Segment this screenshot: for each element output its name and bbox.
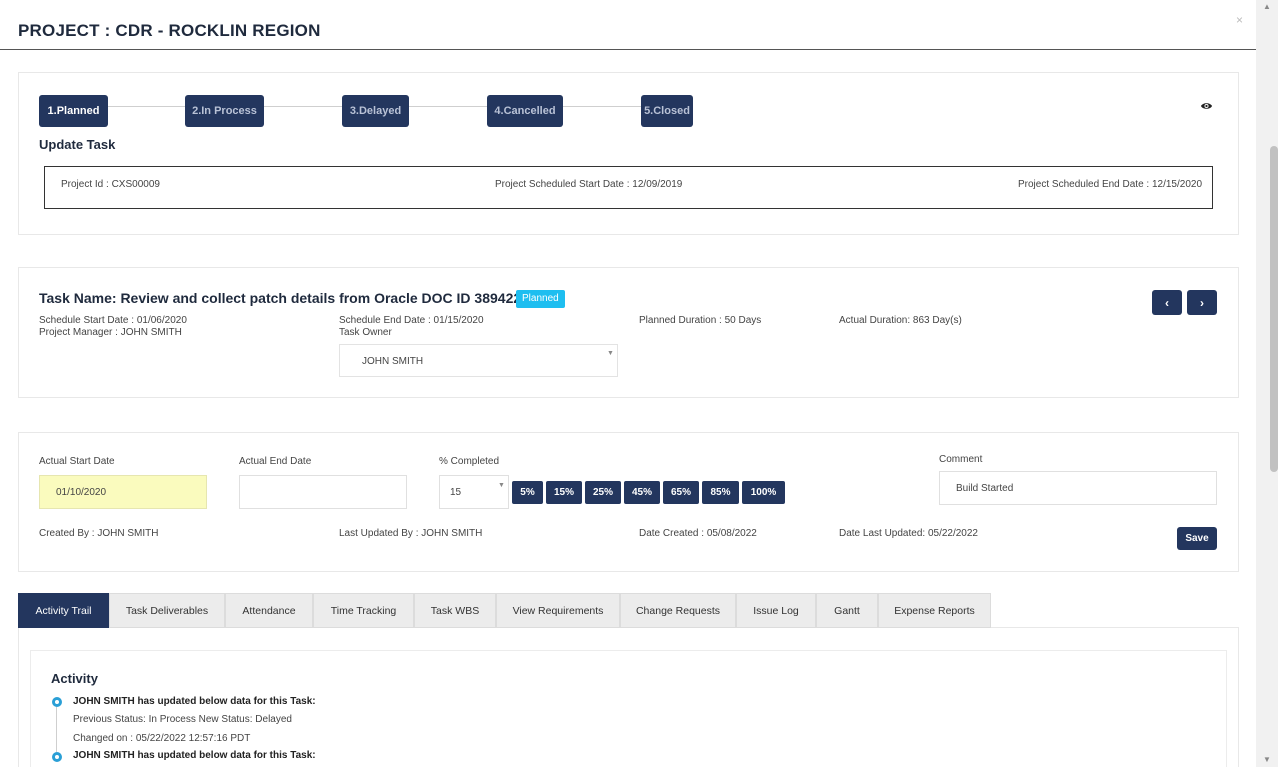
pct-completed-select[interactable]: 15 — [439, 475, 509, 509]
tab-task-deliverables[interactable]: Task Deliverables — [109, 593, 225, 628]
tab-view-requirements[interactable]: View Requirements — [496, 593, 620, 628]
step-connector — [264, 106, 342, 107]
step-planned[interactable]: 1.Planned — [39, 95, 108, 127]
activity-entry-changed: Changed on : 05/22/2022 12:57:16 PDT — [73, 733, 251, 744]
chevron-down-icon: ▼ — [498, 482, 505, 489]
step-cancelled[interactable]: 4.Cancelled — [487, 95, 563, 127]
step-closed[interactable]: 5.Closed — [641, 95, 693, 127]
save-button[interactable]: Save — [1177, 527, 1217, 550]
status-badge: Planned — [516, 290, 565, 308]
comment-label: Comment — [939, 454, 983, 465]
chevron-right-icon: › — [1200, 295, 1204, 310]
tab-change-requests[interactable]: Change Requests — [620, 593, 736, 628]
close-icon[interactable]: × — [1236, 13, 1243, 27]
modal-header: PROJECT : CDR - ROCKLIN REGION × — [0, 0, 1256, 50]
project-start-date: Project Scheduled Start Date : 12/09/201… — [495, 179, 683, 190]
task-card — [18, 267, 1239, 398]
task-modal: PROJECT : CDR - ROCKLIN REGION × ▲ ▼ 1.P… — [0, 0, 1278, 767]
activity-entry-head: JOHN SMITH has updated below data for th… — [73, 696, 316, 707]
tab-attendance[interactable]: Attendance — [225, 593, 313, 628]
update-task-heading: Update Task — [39, 137, 116, 152]
scrollbar[interactable]: ▲ ▼ — [1256, 0, 1278, 767]
schedule-end-date: Schedule End Date : 01/15/2020 — [339, 315, 484, 326]
task-name: Task Name: Review and collect patch deta… — [39, 290, 533, 306]
tab-expense-reports[interactable]: Expense Reports — [878, 593, 991, 628]
actual-start-date-input[interactable]: 01/10/2020 — [39, 475, 207, 509]
step-delayed[interactable]: 3.Delayed — [342, 95, 409, 127]
project-id: Project Id : CXS00009 — [61, 179, 160, 190]
created-by: Created By : JOHN SMITH — [39, 528, 159, 539]
step-connector — [108, 106, 185, 107]
prev-task-button[interactable]: ‹ — [1152, 290, 1182, 315]
pct-45-button[interactable]: 45% — [624, 481, 660, 504]
step-in-process[interactable]: 2.In Process — [185, 95, 264, 127]
planned-duration: Planned Duration : 50 Days — [639, 315, 762, 326]
actual-start-label: Actual Start Date — [39, 456, 115, 467]
date-last-updated: Date Last Updated: 05/22/2022 — [839, 528, 978, 539]
tab-task-wbs[interactable]: Task WBS — [414, 593, 496, 628]
timeline-line — [56, 707, 57, 752]
task-owner-select[interactable]: JOHN SMITH — [339, 344, 618, 377]
pct-25-button[interactable]: 25% — [585, 481, 621, 504]
scroll-up-icon[interactable]: ▲ — [1256, 0, 1278, 14]
scroll-down-icon[interactable]: ▼ — [1256, 753, 1278, 767]
project-end-date: Project Scheduled End Date : 12/15/2020 — [1018, 179, 1203, 190]
scroll-thumb[interactable] — [1270, 146, 1278, 472]
comment-input[interactable]: Build Started — [939, 471, 1217, 505]
actual-duration: Actual Duration: 863 Day(s) — [839, 315, 962, 326]
page-title: PROJECT : CDR - ROCKLIN REGION — [18, 21, 321, 40]
tab-gantt[interactable]: Gantt — [816, 593, 878, 628]
pct-65-button[interactable]: 65% — [663, 481, 699, 504]
next-task-button[interactable]: › — [1187, 290, 1217, 315]
timeline-dot-icon — [52, 752, 62, 762]
step-connector — [409, 106, 487, 107]
timeline-dot-icon — [52, 697, 62, 707]
step-connector — [563, 106, 641, 107]
last-updated-by: Last Updated By : JOHN SMITH — [339, 528, 483, 539]
actual-end-label: Actual End Date — [239, 456, 312, 467]
task-owner-value: JOHN SMITH — [362, 356, 424, 367]
tab-time-tracking[interactable]: Time Tracking — [313, 593, 414, 628]
activity-entry-head: JOHN SMITH has updated below data for th… — [73, 750, 316, 761]
actual-end-date-input[interactable] — [239, 475, 407, 509]
pct-5-button[interactable]: 5% — [512, 481, 543, 504]
eye-icon[interactable] — [1200, 101, 1213, 111]
pct-15-button[interactable]: 15% — [546, 481, 582, 504]
chevron-left-icon: ‹ — [1165, 295, 1169, 310]
pct-85-button[interactable]: 85% — [702, 481, 739, 504]
schedule-start-date: Schedule Start Date : 01/06/2020 — [39, 315, 187, 326]
tab-activity-trail[interactable]: Activity Trail — [18, 593, 109, 628]
task-owner-label: Task Owner — [339, 327, 392, 338]
date-created: Date Created : 05/08/2022 — [639, 528, 757, 539]
chevron-down-icon: ▼ — [607, 350, 614, 357]
pct-100-button[interactable]: 100% — [742, 481, 785, 504]
pct-completed-label: % Completed — [439, 456, 500, 467]
project-manager: Project Manager : JOHN SMITH — [39, 327, 182, 338]
activity-heading: Activity — [51, 671, 98, 686]
tab-issue-log[interactable]: Issue Log — [736, 593, 816, 628]
activity-entry-status: Previous Status: In Process New Status: … — [73, 714, 292, 725]
